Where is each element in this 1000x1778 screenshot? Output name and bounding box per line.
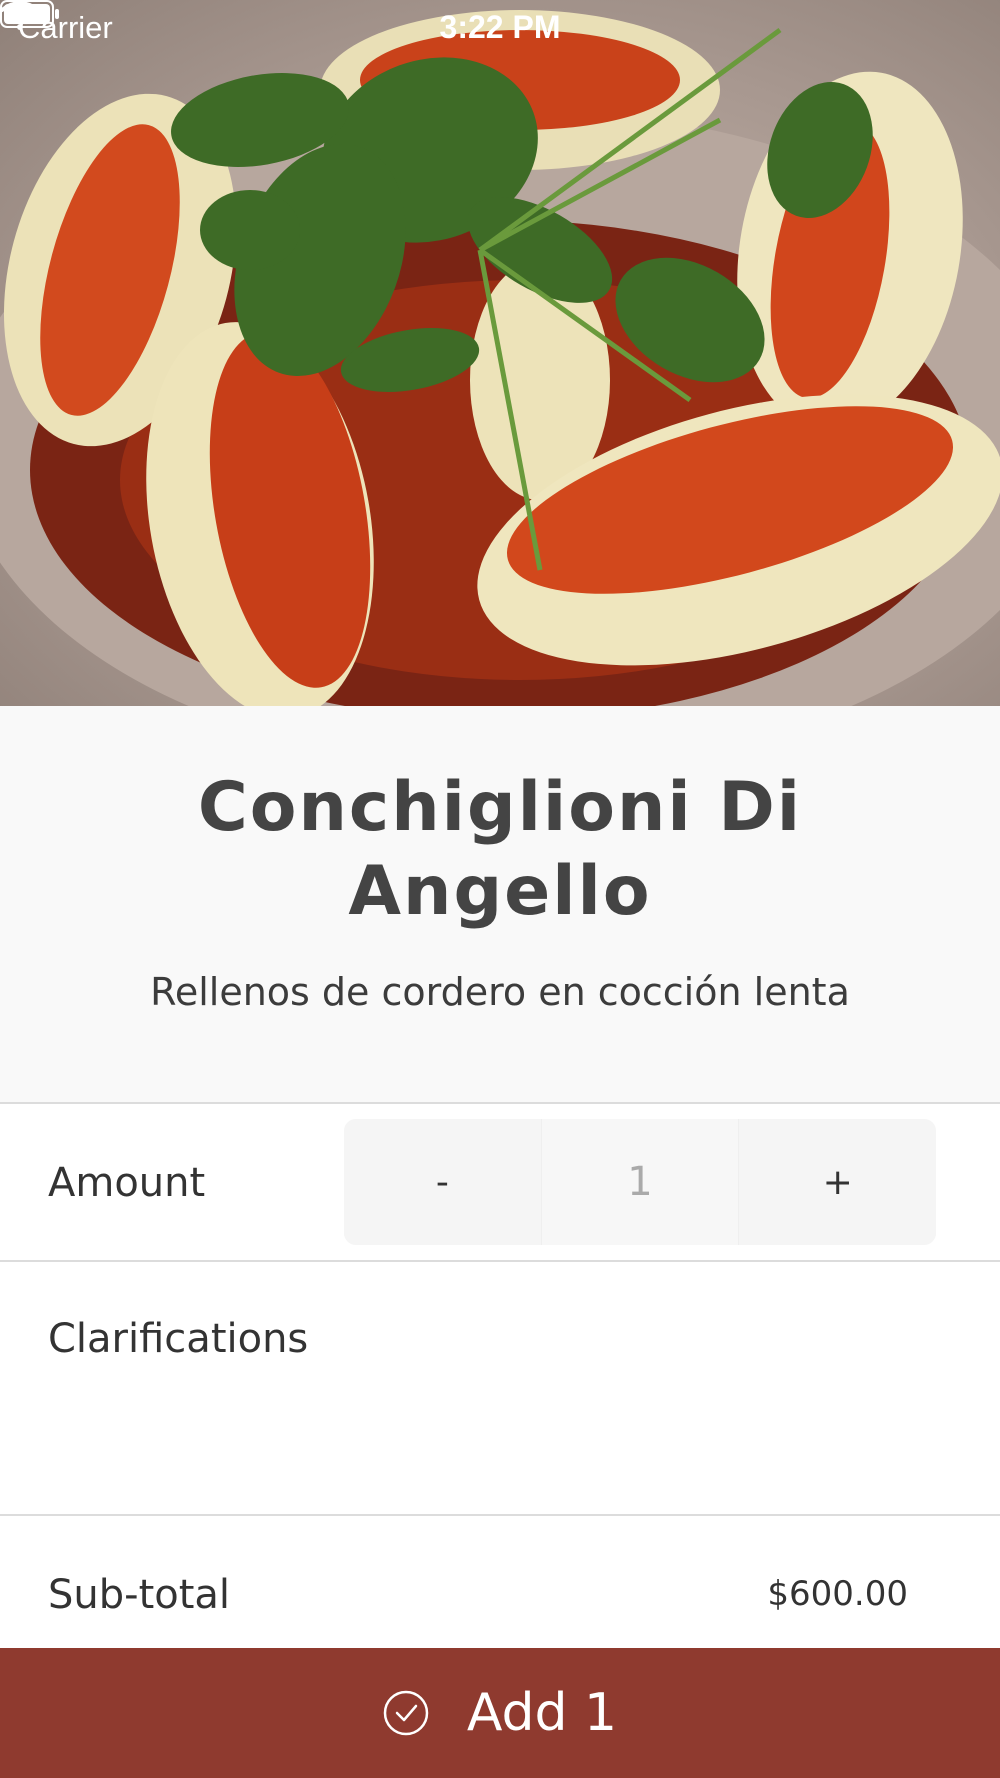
check-circle-icon bbox=[383, 1690, 429, 1736]
quantity-value: 1 bbox=[540, 1119, 740, 1245]
increment-button[interactable]: + bbox=[739, 1119, 936, 1245]
add-to-order-button[interactable]: Add 1 bbox=[0, 1648, 1000, 1778]
subtotal-value: $600.00 bbox=[767, 1574, 908, 1614]
subtotal-row: Sub-total $600.00 bbox=[0, 1516, 1000, 1648]
quantity-stepper: - 1 + bbox=[344, 1119, 936, 1245]
clarifications-row: Clarifications bbox=[0, 1262, 1000, 1516]
dish-description: Rellenos de cordero en cocción lenta bbox=[150, 970, 850, 1014]
dish-image: Carrier 3:22 PM bbox=[0, 0, 1000, 706]
decrement-button[interactable]: - bbox=[344, 1119, 541, 1245]
add-button-label: Add 1 bbox=[466, 1683, 618, 1743]
clarifications-label: Clarifications bbox=[48, 1316, 309, 1362]
clarifications-input[interactable] bbox=[340, 1292, 960, 1492]
status-time: 3:22 PM bbox=[439, 9, 561, 45]
dish-title: Conchiglioni Di Angello bbox=[197, 768, 803, 931]
amount-row: Amount - 1 + bbox=[0, 1104, 1000, 1262]
amount-label: Amount bbox=[48, 1160, 206, 1206]
subtotal-label: Sub-total bbox=[48, 1572, 231, 1618]
battery-icon bbox=[0, 0, 59, 28]
dish-header: Conchiglioni Di Angello Rellenos de cord… bbox=[0, 706, 1000, 1104]
status-bar: Carrier 3:22 PM bbox=[0, 0, 1000, 56]
